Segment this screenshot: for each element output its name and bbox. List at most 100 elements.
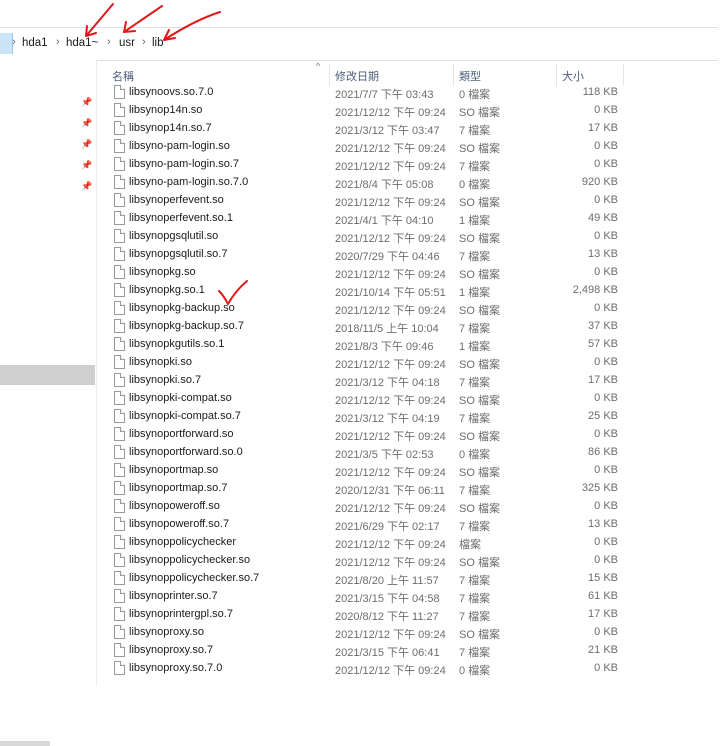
file-row[interactable]: libsynoovs.so.7.0 2021/7/7 下午 03:43 0 檔案 11… [104,83,624,101]
file-date: 2021/3/12 下午 03:47 [335,125,440,137]
file-name: libsynoperfevent.so.1 [129,212,233,224]
file-type: 7 檔案 [459,125,491,137]
file-date: 2021/3/15 下午 04:58 [335,593,440,605]
pin-icon[interactable]: 📌 [81,139,92,149]
file-type: SO 檔案 [459,143,500,155]
file-row[interactable]: libsynoproxy.so.7 2021/3/15 下午 06:41 7 檔案 2… [104,641,624,659]
breadcrumb-lib[interactable]: lib [152,37,164,49]
nav-selected-item[interactable] [0,365,95,385]
file-row[interactable]: libsynopkg-backup.so.7 2018/11/5 上午 10:04… [104,317,624,335]
file-row[interactable]: libsynopkg.so.1 2021/10/14 下午 05:51 1 檔案 2,… [104,281,624,299]
file-name: libsynoproxy.so.7.0 [129,662,223,674]
column-header-date[interactable]: 修改日期 [335,68,379,84]
file-date: 2021/12/12 下午 09:24 [335,233,446,245]
file-row[interactable]: libsynop14n.so.7 2021/3/12 下午 03:47 7 檔案 17… [104,119,624,137]
file-size: 13 KB [588,518,618,530]
file-type: SO 檔案 [459,431,500,443]
file-row[interactable]: libsynoproxy.so 2021/12/12 下午 09:24 SO 檔案 0… [104,623,624,641]
file-row[interactable]: libsynop14n.so 2021/12/12 下午 09:24 SO 檔案 0 … [104,101,624,119]
file-row[interactable]: libsynoppolicychecker.so 2021/12/12 下午 09… [104,551,624,569]
file-type: 檔案 [459,539,481,551]
navigation-pane[interactable] [0,60,97,746]
file-row[interactable]: libsynopoweroff.so 2021/12/12 下午 09:24 SO … [104,497,624,515]
file-row[interactable]: libsynoportforward.so 2021/12/12 下午 09:24… [104,425,624,443]
file-date: 2021/12/12 下午 09:24 [335,503,446,515]
file-row[interactable]: libsynopkg-backup.so 2021/12/12 下午 09:24 S… [104,299,624,317]
file-row[interactable]: libsynopkgutils.so.1 2021/8/3 下午 09:46 1 檔… [104,335,624,353]
file-icon [114,193,125,207]
file-row[interactable]: libsyno-pam-login.so.7.0 2021/8/4 下午 05:0… [104,173,624,191]
file-row[interactable]: libsynopki-compat.so 2021/12/12 下午 09:24 S… [104,389,624,407]
file-icon [114,427,125,441]
file-row[interactable]: libsyno-pam-login.so.7 2021/12/12 下午 09:2… [104,155,624,173]
nav-scrollbar[interactable] [0,741,50,746]
file-name: libsynopoweroff.so.7 [129,518,230,530]
file-date: 2021/12/12 下午 09:24 [335,431,446,443]
file-date: 2021/8/4 下午 05:08 [335,179,434,191]
file-icon [114,589,125,603]
file-type: SO 檔案 [459,197,500,209]
file-icon [114,121,125,135]
file-name: libsynopkg.so [129,266,196,278]
breadcrumb-usr[interactable]: usr [119,37,135,49]
column-header-type[interactable]: 類型 [459,68,481,84]
file-row[interactable]: libsynoprinter.so.7 2021/3/15 下午 04:58 7 檔… [104,587,624,605]
file-date: 2021/4/1 下午 04:10 [335,215,434,227]
file-icon [114,607,125,621]
file-row[interactable]: libsynoperfevent.so.1 2021/4/1 下午 04:10 1 … [104,209,624,227]
file-type: SO 檔案 [459,395,500,407]
file-date: 2021/12/12 下午 09:24 [335,395,446,407]
file-type: 0 檔案 [459,665,491,677]
file-row[interactable]: libsynoprintergpl.so.7 2020/8/12 下午 11:27… [104,605,624,623]
file-list[interactable]: libsynoovs.so.7.0 2021/7/7 下午 03:43 0 檔案 11… [104,83,624,686]
pin-icon[interactable]: 📌 [81,181,92,191]
file-row[interactable]: libsynoppolicychecker 2021/12/12 下午 09:24… [104,533,624,551]
file-row[interactable]: libsynopki.so.7 2021/3/12 下午 04:18 7 檔案 17 … [104,371,624,389]
file-row[interactable]: libsynoproxy.so.7.0 2021/12/12 下午 09:24 0 … [104,659,624,677]
file-row[interactable]: libsynoperfevent.so 2021/12/12 下午 09:24 SO… [104,191,624,209]
file-row[interactable]: libsyno-pam-login.so 2021/12/12 下午 09:24 S… [104,137,624,155]
file-date: 2021/12/12 下午 09:24 [335,143,446,155]
breadcrumb-hda1-tilde[interactable]: hda1~ [66,37,98,49]
file-date: 2020/7/29 下午 04:46 [335,251,440,263]
file-row[interactable]: libsynopkg.so 2021/12/12 下午 09:24 SO 檔案 0 K… [104,263,624,281]
file-row[interactable]: libsynopgsqlutil.so 2021/12/12 下午 09:24 SO… [104,227,624,245]
file-type: SO 檔案 [459,107,500,119]
file-row[interactable]: libsynoportmap.so.7 2020/12/31 下午 06:11 7 … [104,479,624,497]
file-row[interactable]: libsynopoweroff.so.7 2021/6/29 下午 02:17 7 … [104,515,624,533]
file-row[interactable]: libsynopki-compat.so.7 2021/3/12 下午 04:19… [104,407,624,425]
chevron-right-icon: › [142,36,146,48]
file-size: 0 KB [594,536,618,548]
column-header-name[interactable]: 名稱 [112,68,134,84]
column-header-size[interactable]: 大小 [562,68,584,84]
file-icon [114,625,125,639]
file-row[interactable]: libsynopgsqlutil.so.7 2020/7/29 下午 04:46 7… [104,245,624,263]
file-row[interactable]: libsynopki.so 2021/12/12 下午 09:24 SO 檔案 0 K… [104,353,624,371]
pin-icon[interactable]: 📌 [81,118,92,128]
file-name: libsynoovs.so.7.0 [129,86,214,98]
file-type: 7 檔案 [459,323,491,335]
file-size: 0 KB [594,266,618,278]
file-name: libsynopgsqlutil.so.7 [129,248,228,260]
file-size: 0 KB [594,554,618,566]
file-row[interactable]: libsynoportmap.so 2021/12/12 下午 09:24 SO 檔… [104,461,624,479]
address-bar[interactable]: › hda1 › hda1~ › usr › lib [0,27,718,61]
pin-icon[interactable]: 📌 [81,97,92,107]
file-icon [114,481,125,495]
file-row[interactable]: libsynoportforward.so.0 2021/3/5 下午 02:53… [104,443,624,461]
file-name: libsyno-pam-login.so [129,140,230,152]
file-name: libsynoportmap.so.7 [129,482,228,494]
file-size: 0 KB [594,158,618,170]
pin-icon[interactable]: 📌 [81,160,92,170]
file-size: 0 KB [594,428,618,440]
file-date: 2021/12/12 下午 09:24 [335,161,446,173]
file-icon [114,337,125,351]
chevron-right-icon: › [107,36,111,48]
file-type: 7 檔案 [459,575,491,587]
file-size: 0 KB [594,302,618,314]
file-name: libsynopkgutils.so.1 [129,338,225,350]
file-date: 2021/12/12 下午 09:24 [335,359,446,371]
file-icon [114,211,125,225]
file-row[interactable]: libsynoppolicychecker.so.7 2021/8/20 上午 1… [104,569,624,587]
breadcrumb-hda1[interactable]: hda1 [22,37,48,49]
